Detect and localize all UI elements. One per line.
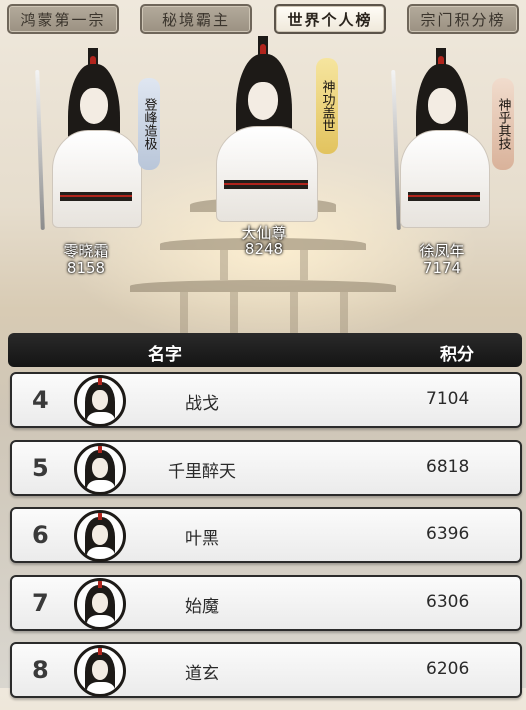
title-tag: 神功盖世 bbox=[316, 58, 338, 154]
character-face bbox=[80, 88, 108, 124]
avatar[interactable] bbox=[74, 442, 126, 495]
avatar[interactable] bbox=[74, 577, 126, 630]
character-robe bbox=[52, 130, 142, 228]
row-score: 6206 bbox=[426, 659, 470, 679]
ranking-row[interactable]: 4 战戈 7104 bbox=[10, 372, 522, 428]
ranking-row[interactable]: 8 道玄 6206 bbox=[10, 642, 522, 698]
character-face bbox=[248, 82, 278, 120]
ranking-row[interactable]: 5 千里醉天 6818 bbox=[10, 439, 522, 496]
row-player-name: 道玄 bbox=[185, 664, 219, 684]
row-rank: 6 bbox=[32, 521, 49, 549]
row-rank: 4 bbox=[32, 386, 49, 414]
row-score: 6396 bbox=[426, 524, 470, 544]
row-score: 7104 bbox=[426, 389, 470, 409]
header-score: 积分 bbox=[440, 345, 474, 365]
title-tag: 神乎其技 bbox=[492, 78, 514, 170]
podium-third[interactable]: 神乎其技 徐凤年 7174 bbox=[380, 48, 526, 280]
row-rank: 5 bbox=[32, 453, 49, 482]
row-player-name: 战戈 bbox=[185, 394, 219, 414]
ranking-list: 4 战戈 7104 5 千里醉天 6818 6 叶黑 6396 7 始魔 630… bbox=[10, 372, 522, 710]
podium-second-score: 8158 bbox=[66, 259, 106, 277]
row-player-name: 千里醉天 bbox=[168, 461, 236, 482]
row-rank: 7 bbox=[32, 588, 49, 617]
avatar[interactable] bbox=[74, 375, 126, 427]
ranking-row[interactable]: 7 始魔 6306 bbox=[10, 574, 522, 631]
header-name: 名字 bbox=[148, 345, 182, 365]
sword-icon bbox=[35, 69, 45, 231]
podium-second[interactable]: 登峰造极 零晓霜 8158 bbox=[30, 48, 170, 280]
podium-third-score: 7174 bbox=[422, 259, 462, 277]
row-player-name: 始魔 bbox=[185, 596, 219, 617]
character-belt bbox=[224, 180, 308, 189]
character-belt bbox=[408, 192, 480, 201]
row-player-name: 叶黑 bbox=[185, 529, 219, 549]
podium-second-name: 零晓霜 bbox=[63, 242, 109, 260]
character-belt bbox=[60, 192, 132, 201]
avatar[interactable] bbox=[74, 645, 126, 697]
character-robe bbox=[216, 126, 318, 222]
character-robe bbox=[400, 130, 490, 228]
row-score: 6306 bbox=[426, 591, 470, 612]
title-tag: 登峰造极 bbox=[138, 78, 160, 170]
podium-third-name: 徐凤年 bbox=[419, 242, 465, 260]
row-rank: 8 bbox=[32, 656, 49, 684]
avatar[interactable] bbox=[74, 510, 126, 562]
podium-first-score: 8248 bbox=[244, 240, 284, 258]
ranking-row[interactable]: 6 叶黑 6396 bbox=[10, 507, 522, 563]
tab-sect-points[interactable]: 宗门积分榜 bbox=[407, 4, 519, 34]
tab-sect-first[interactable]: 鸿蒙第一宗 bbox=[7, 4, 119, 34]
podium-first[interactable]: 神功盖世 大仙尊 8248 bbox=[208, 30, 358, 266]
ranking-table-header: 名字 积分 bbox=[8, 333, 522, 367]
character-face bbox=[428, 88, 456, 124]
row-score: 6818 bbox=[426, 456, 470, 477]
